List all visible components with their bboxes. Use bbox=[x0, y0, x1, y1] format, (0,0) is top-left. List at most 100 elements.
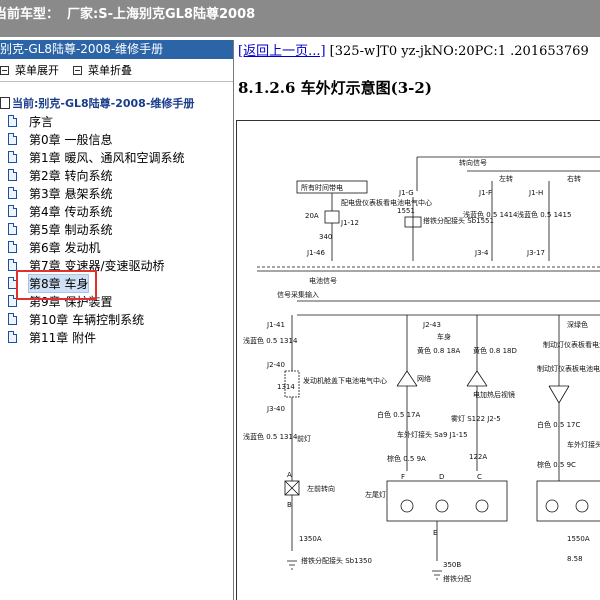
label-conn-e: E bbox=[433, 529, 437, 537]
label-w-1415: 浅蓝色 0.5 1415 bbox=[517, 210, 571, 219]
label-brown-9c: 棕色 0.5 9C bbox=[537, 460, 576, 469]
label-right-turn: 右转 bbox=[567, 174, 581, 183]
document-icon bbox=[8, 277, 17, 289]
expand-menu-button[interactable]: 菜单展开 bbox=[0, 62, 59, 78]
document-icon bbox=[8, 223, 17, 235]
chapter-label: 第8章 车身 bbox=[27, 273, 90, 293]
tree-root-label: 当前:别克-GL8陆尊-2008-维修手册 bbox=[12, 97, 195, 110]
label-w-1314a: 浅蓝色 0.5 1314 bbox=[243, 336, 298, 345]
label-brake-lamp: 制动灯仪表板看电池电气中心 J2-31 bbox=[543, 340, 600, 349]
chapter-item[interactable]: 第9章 保护装置 bbox=[0, 292, 233, 310]
label-j1-g: J1-G bbox=[398, 189, 414, 197]
label-w-1350a: 1350A bbox=[299, 535, 322, 543]
title-bar: 当前车型： 厂家:S-上海别克GL8陆尊2008 bbox=[0, 0, 600, 37]
document-icon bbox=[8, 115, 17, 127]
document-icon bbox=[8, 169, 17, 181]
label-j1-h: J1-H bbox=[528, 189, 543, 197]
title-label: 当前车型： bbox=[0, 7, 60, 22]
label-w-122a: 122A bbox=[469, 453, 487, 461]
chapter-item[interactable]: 第8章 车身 bbox=[0, 273, 233, 293]
label-w-1550a: 1550A bbox=[567, 535, 590, 543]
tree-header: 别克-GL8陆尊-2008-维修手册 bbox=[0, 40, 233, 59]
chapter-label: 序言 bbox=[29, 114, 54, 129]
chapter-item[interactable]: 第11章 附件 bbox=[0, 328, 233, 346]
label-ground-1350: 搭铁分配接头 Sb1350 bbox=[301, 556, 372, 565]
label-body: 车身 bbox=[437, 332, 451, 341]
label-ext-lamp: 车外灯接头 Sa9 J1-15 bbox=[397, 430, 468, 439]
collapse-menu-button[interactable]: 菜单折叠 bbox=[73, 62, 132, 78]
label-relay: 网络 bbox=[417, 374, 431, 383]
label-yellow-18d: 黄色 0.8 18D bbox=[473, 346, 517, 355]
back-link[interactable]: [返回上一页...] bbox=[238, 44, 326, 59]
label-w-1551: 1551 bbox=[397, 207, 415, 215]
chapter-item[interactable]: 第1章 暖风、通风和空调系统 bbox=[0, 148, 233, 166]
chapter-label: 第7章 变速器/变速驱动桥 bbox=[29, 258, 165, 273]
label-turn-signal: 转向信号 bbox=[459, 158, 487, 167]
label-ext-lamp-r: 车外灯接头 Sa9 J1-15 bbox=[567, 440, 600, 449]
chapter-item[interactable]: 第0章 一般信息 bbox=[0, 130, 233, 148]
chapter-label: 第1章 暖风、通风和空调系统 bbox=[29, 150, 185, 165]
chapter-item[interactable]: 第10章 车辆控制系统 bbox=[0, 310, 233, 328]
label-j2-43: J2-43 bbox=[422, 321, 441, 329]
chapter-item[interactable]: 第5章 制动系统 bbox=[0, 220, 233, 238]
label-conn-d: D bbox=[439, 473, 444, 481]
chapter-label: 第11章 附件 bbox=[29, 330, 97, 345]
label-white-17a: 白色 0.5 17A bbox=[377, 410, 420, 419]
label-j3-40: J3-40 bbox=[266, 405, 285, 413]
tree-toolbar: 菜单展开 菜单折叠 bbox=[0, 59, 233, 82]
label-w-350b: 350B bbox=[443, 561, 461, 569]
tree-root-node[interactable]: 当前:别克-GL8陆尊-2008-维修手册 bbox=[0, 94, 233, 112]
nav-line: [返回上一页...] [325-w]T0 yz-jkNO:20PC:1 .201… bbox=[236, 40, 600, 59]
label-w-1414: 浅蓝色 0.5 1414 bbox=[463, 210, 518, 219]
label-fuse-20a: 20A bbox=[305, 212, 319, 220]
collapse-menu-label: 菜单折叠 bbox=[88, 64, 132, 77]
label-distribution: 配电盘仪表板看电池电气中心 bbox=[341, 198, 432, 207]
collapse-icon bbox=[73, 65, 82, 75]
chapter-label: 第3章 悬架系统 bbox=[29, 186, 113, 201]
label-deep-green: 深绿色 bbox=[567, 320, 588, 329]
chapter-label: 第0章 一般信息 bbox=[29, 132, 113, 147]
chapter-item[interactable]: 第3章 悬架系统 bbox=[0, 184, 233, 202]
chapter-item[interactable]: 第4章 传动系统 bbox=[0, 202, 233, 220]
title-vehicle: 厂家:S-上海别克GL8陆尊2008 bbox=[67, 7, 256, 22]
document-icon bbox=[8, 187, 17, 199]
chapter-label: 第6章 发动机 bbox=[29, 240, 101, 255]
label-battery-signal: 电池信号 bbox=[309, 276, 337, 285]
chapter-item[interactable]: 第7章 变速器/变速驱动桥 bbox=[0, 256, 233, 274]
expand-menu-label: 菜单展开 bbox=[15, 64, 59, 77]
chapter-label: 第9章 保护装置 bbox=[29, 294, 113, 309]
document-icon bbox=[8, 313, 17, 325]
chapter-item[interactable]: 序言 bbox=[0, 112, 233, 130]
label-conn-c: C bbox=[477, 473, 482, 481]
label-j1-12: J1-12 bbox=[340, 219, 359, 227]
label-rear-defog: 电加热后视镜 bbox=[473, 390, 515, 399]
label-high-beam: 制动灯仪表板电池电气中心 J2-31 bbox=[537, 364, 600, 373]
label-white-17c: 白色 0.5 17C bbox=[537, 420, 580, 429]
document-icon bbox=[8, 241, 17, 253]
wiring-diagram-svg: 转向信号 所有时间带电 20A 配电盘仪表板看电池电气中心 J1-12 J1-G… bbox=[243, 156, 600, 583]
label-headlamp: 前灯 bbox=[297, 434, 311, 443]
label-w-1314c: 浅蓝色 0.5 1314 bbox=[243, 432, 298, 441]
label-j2-40: J2-40 bbox=[266, 361, 285, 369]
chapter-list: 序言第0章 一般信息第1章 暖风、通风和空调系统 第2章 转向系统 第3章 悬架系统… bbox=[0, 112, 233, 346]
label-left-turn: 左转 bbox=[499, 174, 513, 183]
content-pane: [返回上一页...] [325-w]T0 yz-jkNO:20PC:1 .201… bbox=[236, 40, 600, 600]
document-icon bbox=[8, 205, 17, 217]
label-front-left-turn: 左前转向 bbox=[307, 484, 335, 493]
label-engine-comp: 发动机舱盖下电池电气中心 bbox=[303, 376, 387, 385]
chapter-item[interactable]: 第2章 转向系统 bbox=[0, 166, 233, 184]
label-w-1314b: 1314 bbox=[277, 383, 295, 391]
document-icon bbox=[8, 331, 17, 343]
expand-icon bbox=[0, 65, 9, 75]
label-w-340: 340 bbox=[319, 233, 332, 241]
chapter-label: 第5章 制动系统 bbox=[29, 222, 113, 237]
label-left-tail: 左尾灯 bbox=[365, 490, 386, 499]
label-signal-input: 信号采集输入 bbox=[277, 290, 319, 299]
chapter-label: 第2章 转向系统 bbox=[29, 168, 113, 183]
chapter-item[interactable]: 第6章 发动机 bbox=[0, 238, 233, 256]
document-icon bbox=[8, 151, 17, 163]
label-j1-41: J1-41 bbox=[266, 321, 285, 329]
book-icon bbox=[0, 97, 10, 109]
label-j1-46: J1-46 bbox=[306, 249, 325, 257]
label-j3-4: J3-4 bbox=[474, 249, 489, 257]
